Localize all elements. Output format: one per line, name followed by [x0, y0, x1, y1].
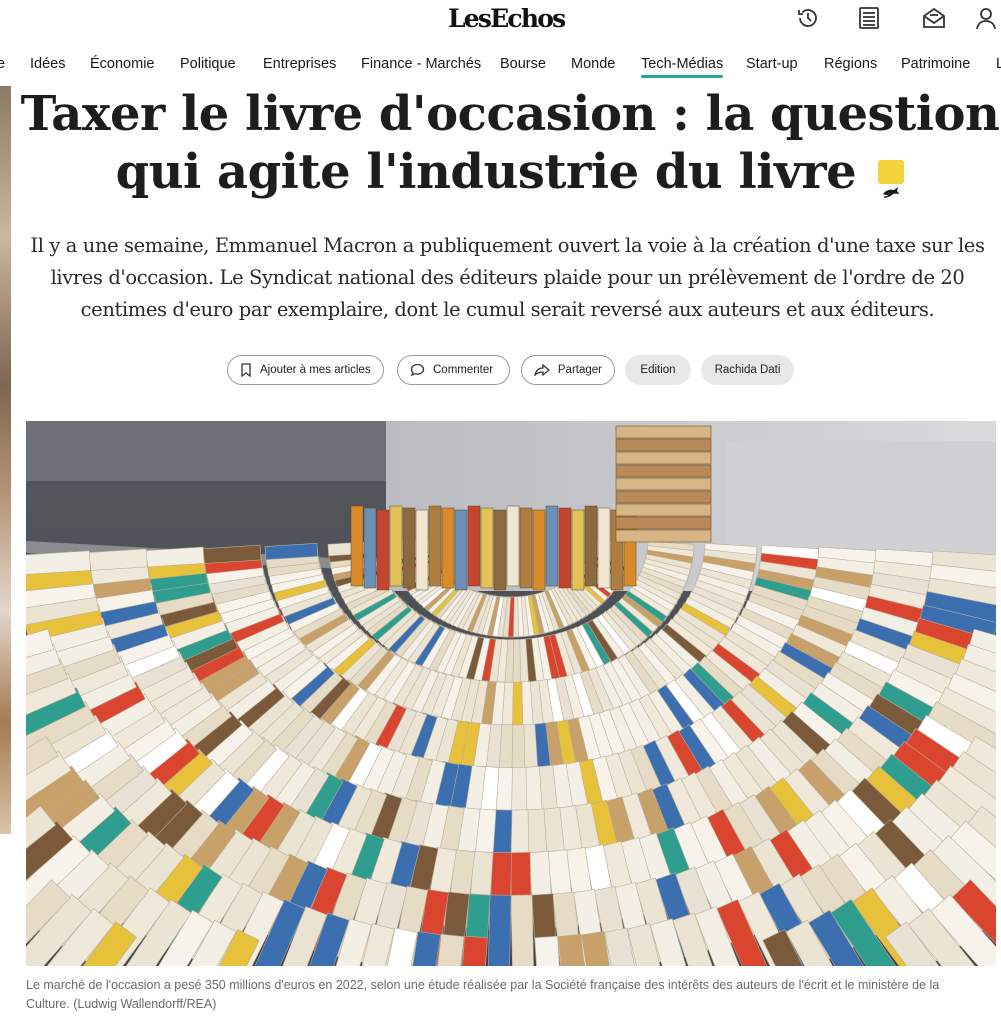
nav-item-economie[interactable]: Économie — [90, 56, 154, 72]
book-stack-item — [615, 477, 712, 491]
nav-item-bourse[interactable]: Bourse — [500, 56, 546, 72]
photo-caption: Le marché de l'occasion a pesé 350 milli… — [26, 978, 940, 1011]
article-actions: Ajouter à mes articles Commenter Partage… — [0, 355, 1001, 385]
book-stack-item — [615, 503, 712, 517]
premium-bird-icon — [878, 159, 905, 198]
nav-item-partial-right[interactable]: L — [996, 56, 1001, 72]
book-stack-item — [615, 516, 712, 530]
nav-item-monde[interactable]: Monde — [571, 56, 615, 72]
used-books-stall-image — [26, 421, 996, 966]
book-spine — [571, 509, 585, 591]
nav-item-partial-left[interactable]: e — [0, 56, 5, 72]
nav-item-politique[interactable]: Politique — [180, 56, 236, 72]
book-stack-item — [615, 425, 712, 439]
book-spine — [519, 507, 533, 589]
book-spine — [350, 505, 364, 587]
article-lead: Il y a une semaine, Emmanuel Macron a pu… — [30, 234, 985, 321]
save-article-label: Ajouter à mes articles — [260, 364, 371, 376]
share-button[interactable]: Partager — [521, 355, 615, 385]
site-logo[interactable]: LesEchos — [448, 4, 566, 33]
tag-rachida-dati[interactable]: Rachida Dati — [701, 355, 794, 385]
comment-icon — [410, 363, 425, 377]
article-photo — [26, 421, 996, 966]
book-spine — [415, 509, 429, 591]
save-article-button[interactable]: Ajouter à mes articles — [227, 355, 384, 385]
site-header: LesEchos — [0, 0, 1001, 44]
nav-item-idees[interactable]: Idées — [30, 56, 65, 72]
nav-item-finance-marches[interactable]: Finance - Marchés — [361, 56, 481, 72]
tag-edition[interactable]: Edition — [625, 355, 691, 385]
article-page: LesEchos e Idées Économie Politique Entr… — [0, 0, 1001, 1022]
book-spine — [389, 505, 403, 587]
nav-item-start-up[interactable]: Start-up — [746, 56, 798, 72]
book-spine — [480, 507, 494, 589]
article-title: Taxer le livre d'occasion : la question … — [20, 85, 1000, 201]
article-title-line2: qui agite l'industrie du livre — [115, 144, 857, 200]
nav-item-entreprises[interactable]: Entreprises — [263, 56, 336, 72]
bookmark-icon — [241, 363, 251, 377]
user-icon[interactable] — [972, 4, 1000, 32]
book-stack-item — [615, 529, 712, 543]
book-spine — [441, 507, 455, 589]
nav-item-regions[interactable]: Régions — [824, 56, 877, 72]
book-spine — [545, 505, 559, 587]
book-stack-item — [615, 464, 712, 478]
book-stack-item — [615, 451, 712, 465]
share-arrow-icon — [534, 364, 550, 376]
book-stack-item — [615, 490, 712, 504]
comment-button[interactable]: Commenter — [397, 355, 510, 385]
book-spine — [363, 507, 377, 589]
newspaper-icon[interactable] — [855, 4, 883, 32]
book-spine — [584, 505, 598, 587]
book-spine — [454, 509, 468, 591]
nav-item-patrimoine[interactable]: Patrimoine — [901, 56, 970, 72]
book-spine — [493, 509, 507, 591]
book-spine — [506, 505, 520, 587]
book-spine — [376, 509, 390, 591]
book-spine — [597, 507, 611, 589]
book-spine — [402, 507, 416, 589]
book-spine — [558, 507, 572, 589]
book-spine — [428, 505, 442, 587]
section-nav: e Idées Économie Politique Entreprises F… — [0, 44, 1001, 86]
book-stack-item — [615, 438, 712, 452]
book-spine — [487, 894, 512, 966]
share-label: Partager — [557, 364, 602, 376]
nav-item-tech-medias[interactable]: Tech-Médias — [641, 56, 724, 78]
book-spine — [510, 894, 535, 966]
adjacent-image-edge — [0, 86, 11, 834]
comment-label: Commenter — [433, 364, 494, 376]
book-spine — [467, 505, 481, 587]
article-title-line1: Taxer le livre d'occasion : la question — [20, 86, 1000, 142]
book-spine — [532, 509, 546, 591]
history-icon[interactable] — [794, 4, 822, 32]
newsletter-icon[interactable] — [920, 4, 948, 32]
